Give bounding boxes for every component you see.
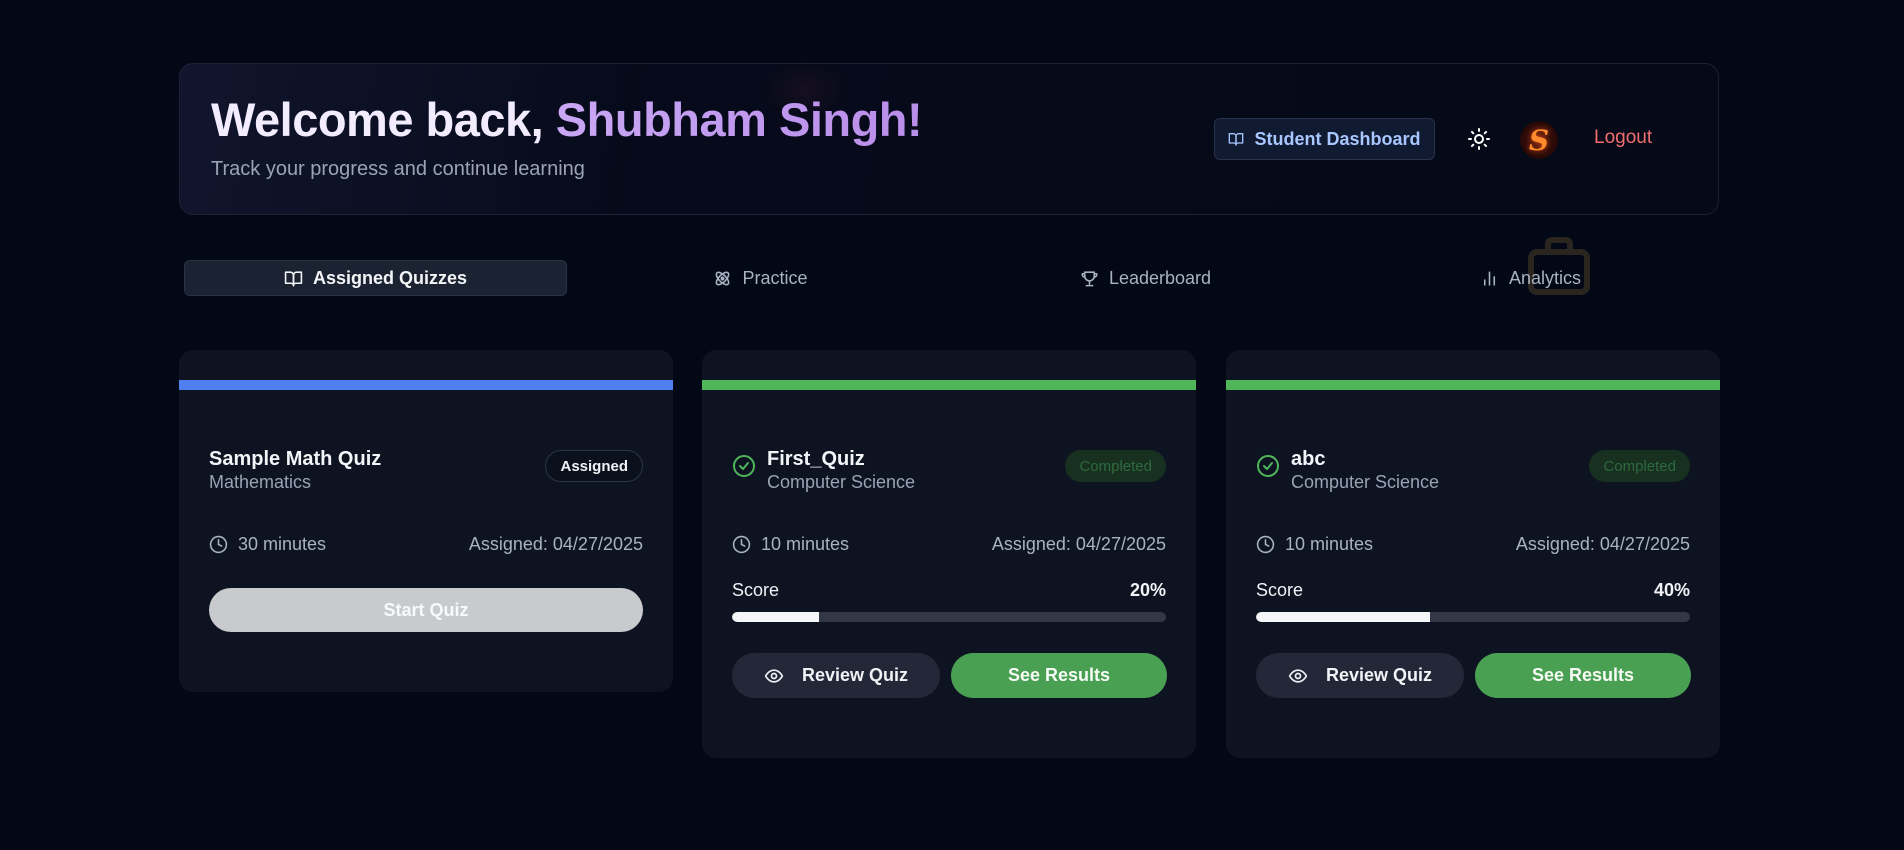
review-quiz-label: Review Quiz [1325,665,1433,685]
review-quiz-button[interactable]: Review Quiz [1256,653,1464,698]
tab-label: Leaderboard [1108,267,1212,288]
check-circle-icon [1257,455,1279,477]
clock-icon [1256,535,1275,554]
quiz-duration: 30 minutes [209,534,326,555]
quiz-card: First_Quiz Computer Science Completed 10… [702,350,1196,758]
clock-icon [209,535,228,554]
status-badge: Completed [1065,450,1166,482]
score-progress-bar [732,612,1166,622]
duration-text: 30 minutes [238,534,327,554]
quiz-duration: 10 minutes [1256,534,1373,555]
atom-icon [716,271,730,285]
score-progress-fill [1256,612,1430,622]
duration-text: 10 minutes [761,534,850,554]
start-quiz-button[interactable]: Start Quiz [209,588,643,632]
check-circle-icon [733,455,755,477]
welcome-subtitle: Track your progress and continue learnin… [211,158,585,180]
score-progress-fill [732,612,819,622]
quiz-duration: 10 minutes [732,534,849,555]
welcome-header: Welcome back, Shubham Singh! Track your … [179,63,1719,215]
book-open-icon [284,270,303,286]
tab-assigned-quizzes[interactable]: Assigned Quizzes [184,260,567,296]
student-dashboard-label: Student Dashboard [1254,128,1421,149]
score-label: Score [732,580,780,600]
avatar[interactable]: S [1520,121,1558,159]
student-dashboard-button[interactable]: Student Dashboard [1214,118,1435,160]
eye-icon [764,668,784,683]
card-stripe [179,380,673,390]
user-name: Shubham Singh! [555,93,923,146]
page: Welcome back, Shubham Singh! Track your … [0,0,1904,850]
score-value: 20% [1129,580,1166,600]
score-progress-bar [1256,612,1690,622]
review-quiz-label: Review Quiz [801,665,909,685]
quiz-card: abc Computer Science Completed 10 minute… [1226,350,1720,758]
tab-label: Practice [742,267,808,288]
book-open-icon [1229,133,1244,146]
card-title-row: First_Quiz Computer Science Completed [732,448,1166,498]
quiz-subject: Mathematics [209,472,312,492]
logout-link[interactable]: Logout [1594,127,1652,149]
status-badge: Assigned [545,450,643,482]
tab-analytics[interactable]: Analytics [1339,260,1722,296]
theme-toggle-button[interactable] [1466,126,1492,152]
quiz-subject: Computer Science [1291,472,1440,492]
card-title-row: abc Computer Science Completed [1256,448,1690,498]
tab-label: Analytics [1508,267,1582,288]
tab-label: Assigned Quizzes [312,267,468,288]
status-badge: Completed [1589,450,1690,482]
trophy-icon [1081,270,1098,286]
see-results-button[interactable]: See Results [1475,653,1691,698]
quiz-tabs: Assigned Quizzes Practice Leaderboard An… [179,260,1719,298]
card-stripe [702,380,1196,390]
card-title-row: Sample Math Quiz Mathematics Assigned [209,448,643,498]
welcome-prefix: Welcome back, [211,93,556,146]
duration-text: 10 minutes [1285,534,1374,554]
tab-leaderboard[interactable]: Leaderboard [954,260,1337,296]
sun-icon [1468,128,1490,150]
tab-practice[interactable]: Practice [569,260,952,296]
quiz-title: abc [1291,448,1326,470]
quiz-subject: Computer Science [767,472,916,492]
assigned-date: Assigned: 04/27/2025 [991,534,1166,554]
clock-icon [732,535,751,554]
quiz-meta: 10 minutes Assigned: 04/27/2025 [1256,534,1690,558]
assigned-date: Assigned: 04/27/2025 [1515,534,1690,554]
card-stripe [1226,380,1720,390]
eye-icon [1288,668,1308,683]
quiz-meta: 30 minutes Assigned: 04/27/2025 [209,534,643,558]
score-value: 40% [1653,580,1690,600]
quiz-meta: 10 minutes Assigned: 04/27/2025 [732,534,1166,558]
assigned-date: Assigned: 04/27/2025 [468,534,643,554]
quiz-title: Sample Math Quiz [209,448,382,470]
bar-chart-icon [1483,270,1496,286]
welcome-title: Welcome back, Shubham Singh! [211,92,923,147]
quiz-title: First_Quiz [767,448,865,470]
review-quiz-button[interactable]: Review Quiz [732,653,940,698]
see-results-button[interactable]: See Results [951,653,1167,698]
quiz-card: Sample Math Quiz Mathematics Assigned 30… [179,350,673,692]
score-label: Score [1256,580,1304,600]
